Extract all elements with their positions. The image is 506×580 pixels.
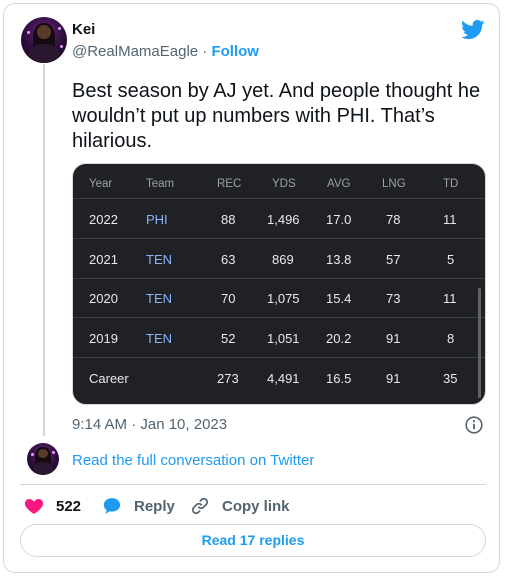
cell-yds: 4,491 (267, 371, 300, 386)
cell-team-link[interactable]: TEN (146, 291, 172, 306)
cell-year: 2019 (89, 331, 118, 346)
read-conversation-link[interactable]: Read the full conversation on Twitter (72, 452, 314, 469)
cell-avg: 20.2 (326, 331, 352, 346)
author-avatar[interactable] (21, 17, 67, 63)
cell-year: 2020 (89, 291, 118, 306)
table-divider (73, 238, 485, 239)
header-avg: AVG (327, 178, 351, 190)
like-button[interactable]: 522 (24, 496, 81, 516)
cell-rec: 70 (221, 291, 236, 306)
cell-td: 35 (443, 371, 458, 386)
table-divider (73, 278, 485, 279)
header-lng: LNG (382, 178, 406, 190)
author-handle[interactable]: @RealMamaEagle (72, 43, 198, 60)
cell-team-link[interactable]: PHI (146, 212, 168, 227)
table-divider (73, 357, 485, 358)
cell-year: 2021 (89, 252, 118, 267)
cell-avg: 13.8 (326, 252, 352, 267)
info-icon[interactable] (465, 416, 483, 434)
stats-table-image[interactable]: Year Team REC YDS AVG LNG TD 2022 PHI 88… (72, 163, 486, 405)
author-name[interactable]: Kei (72, 21, 95, 38)
header-rec: REC (217, 178, 242, 190)
cell-yds: 1,075 (267, 291, 300, 306)
header-team: Team (146, 178, 175, 190)
copy-link-label: Copy link (222, 497, 290, 515)
cell-rec: 273 (217, 371, 239, 386)
header-td: TD (443, 178, 459, 190)
actions-divider (20, 484, 486, 485)
cell-rec: 52 (221, 331, 236, 346)
copy-link-button[interactable]: Copy link (190, 496, 290, 516)
read-replies-button[interactable]: Read 17 replies (20, 524, 486, 557)
cell-team-link[interactable]: TEN (146, 331, 172, 346)
reply-button[interactable]: Reply (102, 496, 175, 516)
cell-team-link[interactable]: TEN (146, 252, 172, 267)
follow-button[interactable]: Follow (211, 43, 259, 60)
cell-lng: 73 (386, 291, 401, 306)
cell-yds: 1,496 (267, 212, 300, 227)
cell-lng: 91 (386, 331, 401, 346)
speech-bubble-icon (103, 498, 121, 514)
cell-lng: 57 (386, 252, 401, 267)
like-count: 522 (56, 497, 82, 515)
table-divider (73, 317, 485, 318)
cell-year: 2022 (89, 212, 118, 227)
cell-rec: 63 (221, 252, 236, 267)
cell-rec: 88 (221, 212, 236, 227)
thread-line (43, 64, 45, 436)
handle-row: @RealMamaEagle · Follow (72, 43, 259, 60)
reply-label: Reply (134, 497, 175, 515)
reply-avatar[interactable] (27, 443, 59, 475)
tweet-timestamp[interactable]: 9:14 AM · Jan 10, 2023 (72, 416, 227, 433)
separator-dot: · (202, 43, 208, 60)
link-icon (191, 497, 209, 515)
heart-icon (24, 499, 44, 514)
cell-td: 11 (443, 212, 457, 227)
header-year: Year (89, 178, 113, 190)
cell-avg: 16.5 (326, 371, 352, 386)
cell-yds: 869 (272, 252, 294, 267)
cell-lng: 78 (386, 212, 401, 227)
cell-td: 8 (447, 331, 455, 346)
table-scrollbar[interactable] (478, 288, 481, 398)
table-divider (73, 198, 485, 199)
header-yds: YDS (272, 178, 296, 190)
cell-avg: 15.4 (326, 291, 352, 306)
cell-avg: 17.0 (326, 212, 352, 227)
cell-lng: 91 (386, 371, 401, 386)
cell-td: 11 (443, 291, 457, 306)
cell-year: Career (89, 371, 129, 386)
cell-td: 5 (447, 252, 455, 267)
twitter-bird-icon[interactable] (461, 20, 485, 40)
tweet-text: Best season by AJ yet. And people though… (72, 80, 481, 152)
cell-yds: 1,051 (267, 331, 300, 346)
